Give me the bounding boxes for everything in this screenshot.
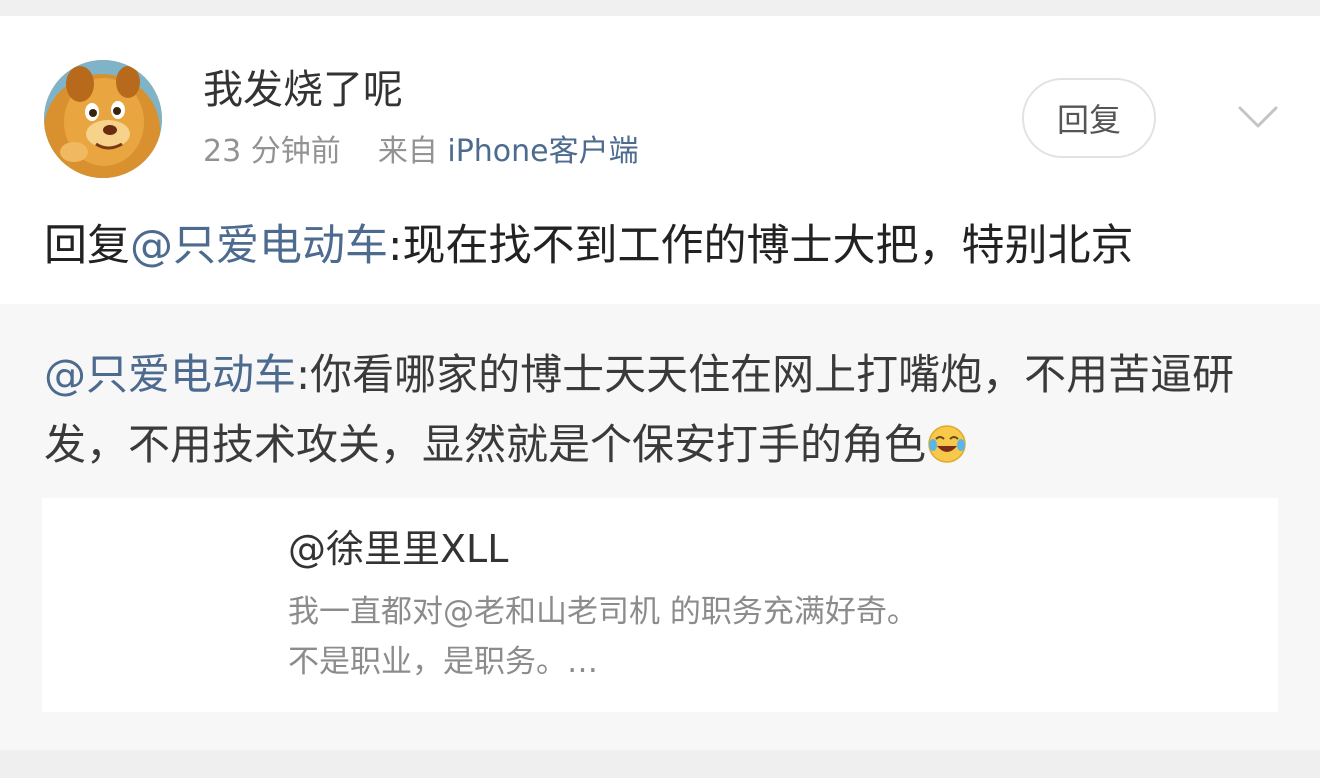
post-time: 23 分钟前 <box>203 134 341 169</box>
top-divider <box>0 0 1320 16</box>
original-text-line-2: 不是职业，是职务。… <box>288 644 598 680</box>
reply-mention[interactable]: @只爱电动车 <box>130 221 388 271</box>
username[interactable]: 我发烧了呢 <box>203 64 403 116</box>
quoted-mention[interactable]: @只爱电动车 <box>44 350 296 399</box>
laughing-crying-emoji-icon <box>928 425 966 463</box>
from-label: 来自 <box>377 134 438 169</box>
bottom-divider <box>0 750 1320 778</box>
reply-button[interactable]: 回复 <box>1022 78 1156 158</box>
reply-post: 我发烧了呢 23 分钟前 来自 iPhone客户端 回复 回复@只爱电动车:现在… <box>0 16 1320 304</box>
reply-body: :现在找不到工作的博士大把，特别北京 <box>388 221 1134 271</box>
reply-content: 回复@只爱电动车:现在找不到工作的博士大把，特别北京 <box>44 216 1134 276</box>
post-meta: 23 分钟前 来自 iPhone客户端 <box>203 132 639 172</box>
original-post-card[interactable]: @徐里里XLL 我一直都对@老和山老司机 的职务充满好奇。 不是职业，是职务。… <box>42 498 1278 712</box>
quoted-content: @只爱电动车:你看哪家的博士天天住在网上打嘴炮，不用苦逼研发，不用技术攻关，显然… <box>44 340 1284 480</box>
quoted-comment[interactable]: @只爱电动车:你看哪家的博士天天住在网上打嘴炮，不用苦逼研发，不用技术攻关，显然… <box>0 304 1320 750</box>
post-source[interactable]: iPhone客户端 <box>447 134 638 169</box>
lion-cub-avatar-icon <box>44 60 162 178</box>
avatar[interactable] <box>44 60 162 178</box>
original-author[interactable]: @徐里里XLL <box>288 524 508 574</box>
chevron-down-icon[interactable] <box>1236 102 1280 132</box>
original-text-line-1: 我一直都对@老和山老司机 的职务充满好奇。 <box>288 594 918 630</box>
reply-prefix: 回复 <box>44 221 130 271</box>
